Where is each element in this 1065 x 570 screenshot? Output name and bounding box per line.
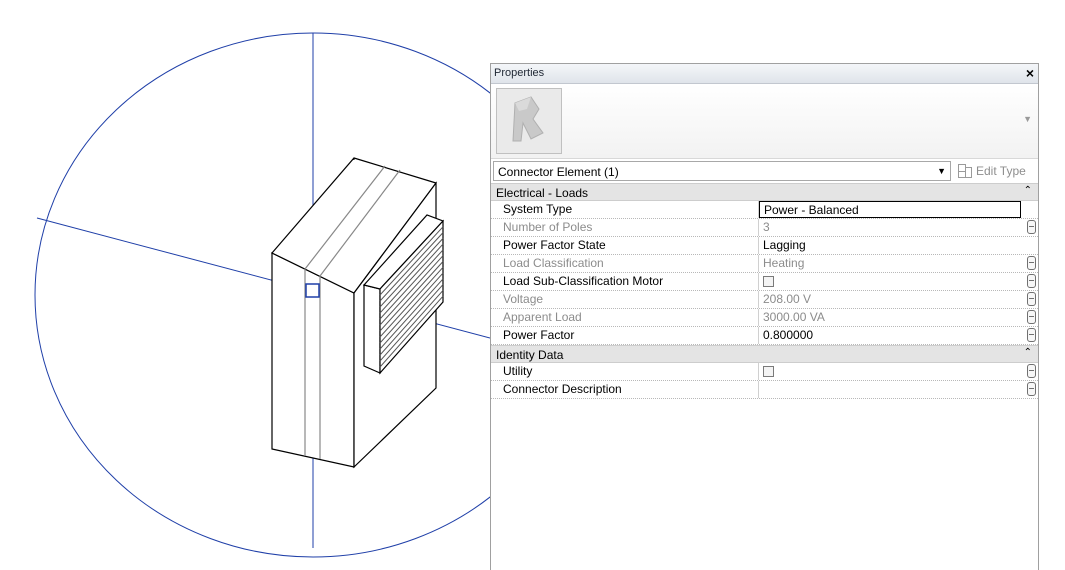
property-row: System Type Power - Balanced <box>491 201 1038 219</box>
louver-panel-front <box>363 284 381 374</box>
type-dropdown-arrow-icon[interactable]: ▼ <box>1023 114 1032 124</box>
property-name: Power Factor State <box>491 237 759 254</box>
property-name: Connector Description <box>491 381 759 398</box>
property-value[interactable] <box>759 363 1021 380</box>
element-filter-label: Connector Element (1) <box>498 165 619 179</box>
associate-parameter-icon[interactable] <box>1027 328 1036 342</box>
associate-parameter-icon[interactable] <box>1027 274 1036 288</box>
property-name: System Type <box>491 201 759 218</box>
property-row: Number of Poles 3 <box>491 219 1038 237</box>
chevron-down-icon: ▼ <box>937 166 946 176</box>
group-header-label: Identity Data <box>496 348 564 362</box>
element-filter-dropdown[interactable]: Connector Element (1) ▼ <box>493 161 951 181</box>
edit-type-icon <box>958 164 972 178</box>
associate-parameter-icon[interactable] <box>1027 256 1036 270</box>
collapse-icon[interactable]: ⌃ <box>1024 347 1032 358</box>
property-value[interactable] <box>759 381 1021 398</box>
property-name: Voltage <box>491 291 759 308</box>
associate-parameter-icon[interactable] <box>1027 220 1036 234</box>
property-name: Number of Poles <box>491 219 759 236</box>
property-row: Voltage 208.00 V <box>491 291 1038 309</box>
revit-family-icon <box>496 88 562 154</box>
property-row: Load Classification Heating <box>491 255 1038 273</box>
property-name: Load Classification <box>491 255 759 272</box>
property-value: 3 <box>763 220 770 234</box>
property-value[interactable]: Lagging <box>759 237 1021 254</box>
group-header[interactable]: Identity Data ⌃ <box>491 345 1038 363</box>
properties-grid: Electrical - Loads ⌃ System Type Power - Ba… <box>491 183 1038 399</box>
model-view-drawing <box>34 32 490 558</box>
property-name: Power Factor <box>491 327 759 344</box>
property-value[interactable]: Power - Balanced <box>759 201 1021 218</box>
property-value: Heating <box>763 256 805 270</box>
properties-titlebar[interactable]: Properties × <box>491 64 1038 84</box>
edit-type-button[interactable]: Edit Type <box>957 162 1026 180</box>
type-selector[interactable]: ▼ <box>491 84 1038 159</box>
associate-parameter-icon[interactable] <box>1027 364 1036 378</box>
property-name: Utility <box>491 363 759 380</box>
property-name: Apparent Load <box>491 309 759 326</box>
collapse-icon[interactable]: ⌃ <box>1024 185 1032 196</box>
edit-type-label: Edit Type <box>976 164 1026 178</box>
property-row: Apparent Load 3000.00 VA <box>491 309 1038 327</box>
property-checkbox[interactable] <box>763 366 774 377</box>
group-header[interactable]: Electrical - Loads ⌃ <box>491 183 1038 201</box>
property-checkbox[interactable] <box>763 276 774 287</box>
property-row: Utility <box>491 363 1038 381</box>
group-header-label: Electrical - Loads <box>496 186 589 200</box>
associate-parameter-icon[interactable] <box>1027 382 1036 396</box>
property-value: 208.00 V <box>763 292 812 306</box>
properties-palette: Properties × ▼ Connector Element (1) ▼ E… <box>490 63 1039 570</box>
property-row: Power Factor 0.800000 <box>491 327 1038 345</box>
property-value[interactable]: 0.800000 <box>759 327 1021 344</box>
property-value: 3000.00 VA <box>763 310 825 324</box>
associate-parameter-icon[interactable] <box>1027 310 1036 324</box>
properties-title: Properties <box>494 67 545 79</box>
property-name: Load Sub-Classification Motor <box>491 273 759 290</box>
property-row: Connector Description <box>491 381 1038 399</box>
close-icon[interactable]: × <box>1026 65 1034 81</box>
associate-parameter-icon[interactable] <box>1027 292 1036 306</box>
property-row: Power Factor State Lagging <box>491 237 1038 255</box>
3d-view-canvas[interactable] <box>0 0 490 570</box>
property-row: Load Sub-Classification Motor <box>491 273 1038 291</box>
property-value[interactable] <box>759 273 1021 290</box>
